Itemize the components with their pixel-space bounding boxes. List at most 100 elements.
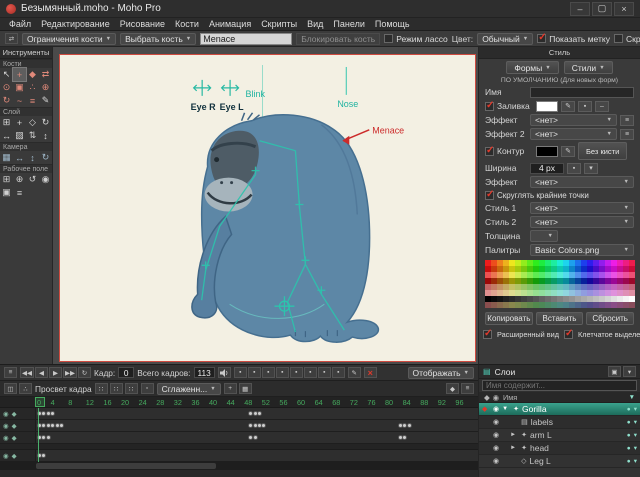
- layer-row[interactable]: ◉►✦arm L●▾: [479, 429, 640, 442]
- edit-keys-icon[interactable]: ✎: [348, 367, 361, 378]
- bone-constraints-tool-icon[interactable]: ≡: [26, 94, 39, 107]
- channel-toggle-icon[interactable]: ▪: [318, 367, 331, 378]
- track-body[interactable]: [36, 450, 478, 461]
- rotate-view-tool-icon[interactable]: ↺: [26, 173, 39, 186]
- track-row[interactable]: ◉◆: [0, 408, 478, 420]
- track-header-icon[interactable]: ◆: [12, 422, 17, 430]
- menu-item[interactable]: Рисование: [115, 19, 170, 29]
- menu-item[interactable]: Вид: [302, 19, 328, 29]
- stroke-checkbox[interactable]: ✓: [485, 147, 494, 156]
- timeline-icon[interactable]: ∴: [19, 383, 32, 394]
- track-row[interactable]: ◉◆: [0, 420, 478, 432]
- no-brush-button[interactable]: Без кисти: [578, 142, 627, 160]
- hidden-bone-checkbox-box[interactable]: ✓: [614, 34, 623, 43]
- keyframe-dot[interactable]: [261, 423, 266, 428]
- set-origin-tool-icon[interactable]: +: [13, 116, 26, 129]
- current-frame-line[interactable]: [38, 408, 39, 462]
- fill-option-button[interactable]: –: [595, 101, 609, 112]
- stroke-width-field[interactable]: 4 px: [530, 163, 564, 174]
- onion-dots-icon[interactable]: ∷: [95, 383, 108, 394]
- transform-bone-tool-icon[interactable]: +: [13, 68, 26, 81]
- play-icon[interactable]: ▶: [49, 367, 62, 378]
- track-header-icon[interactable]: ◉: [3, 410, 9, 418]
- track-header-icon[interactable]: ◉: [3, 422, 9, 430]
- step-back-icon[interactable]: ◀: [35, 367, 48, 378]
- track-header-icon[interactable]: ◆: [12, 410, 17, 418]
- minimize-button[interactable]: –: [570, 2, 590, 16]
- bind-layer-tool-icon[interactable]: ▣: [13, 81, 26, 94]
- menu-item[interactable]: Файл: [4, 19, 36, 29]
- menu-item[interactable]: Помощь: [370, 19, 415, 29]
- layer-search-input[interactable]: [482, 380, 637, 391]
- timeline-icon[interactable]: ▦: [239, 383, 252, 394]
- bone-constraints-dropdown[interactable]: Ограничения кости ▼: [22, 33, 116, 45]
- track-body[interactable]: [36, 420, 478, 431]
- track-row[interactable]: ◉◆: [0, 450, 478, 462]
- channel-toggle-icon[interactable]: ▪: [304, 367, 317, 378]
- hidden-bone-checkbox[interactable]: ✓ Скрытая кость: [614, 34, 640, 44]
- add-bone-tool-icon[interactable]: ◆: [26, 68, 39, 81]
- eye-icon[interactable]: ◉: [493, 418, 499, 426]
- timeline-menu-icon[interactable]: ≡: [4, 367, 17, 378]
- reset-view-tool-icon[interactable]: ◉: [39, 173, 52, 186]
- fit-view-tool-icon[interactable]: ▣: [0, 186, 13, 199]
- timeline-scrollbar[interactable]: [0, 462, 478, 470]
- delete-key-icon[interactable]: ×: [364, 367, 377, 378]
- effect1-dropdown[interactable]: <нет>▼: [530, 114, 617, 126]
- keyframe-dot[interactable]: [402, 435, 407, 440]
- scrollbar-thumb[interactable]: [36, 463, 216, 469]
- fill-color-swatch[interactable]: [536, 101, 558, 112]
- expand-icon[interactable]: ►: [510, 432, 518, 438]
- styles-button[interactable]: Стили▼: [564, 61, 613, 74]
- style1-dropdown[interactable]: <нет>▼: [530, 202, 634, 214]
- onion-dots-icon[interactable]: ∷: [110, 383, 123, 394]
- eye-l-control-icon[interactable]: [222, 80, 239, 96]
- keyframe-dot[interactable]: [50, 411, 55, 416]
- show-label-checkbox-box[interactable]: ✓: [537, 34, 546, 43]
- palette-file-dropdown[interactable]: Basic Colors.png▼: [530, 244, 634, 256]
- layer-control-icon[interactable]: ▾: [634, 418, 637, 426]
- layers-colhead-caret[interactable]: ▼: [629, 394, 635, 401]
- reparent-bone-tool-icon[interactable]: ⇄: [39, 68, 52, 81]
- paste-style-button[interactable]: Вставить: [536, 312, 584, 325]
- width-option-button[interactable]: ▾: [584, 163, 598, 174]
- bone-mode-icon[interactable]: ⇄: [5, 33, 18, 44]
- shear-layer-tool-icon[interactable]: ▨: [13, 129, 26, 142]
- channel-toggle-icon[interactable]: ▪: [290, 367, 303, 378]
- bone-shy-tool-icon[interactable]: ✎: [39, 94, 52, 107]
- keyframe-dot[interactable]: [46, 435, 51, 440]
- reset-style-button[interactable]: Сбросить: [586, 312, 634, 325]
- depth-shift-tool-icon[interactable]: ↕: [39, 129, 52, 142]
- fill-option-button[interactable]: ▪: [578, 101, 592, 112]
- transform-layer-tool-icon[interactable]: ⊞: [0, 116, 13, 129]
- layer-control-icon[interactable]: ▾: [634, 457, 637, 465]
- maximize-button[interactable]: ▢: [592, 2, 612, 16]
- display-dropdown[interactable]: Отображать ▼: [408, 367, 474, 379]
- bind-points-tool-icon[interactable]: ∴: [26, 81, 39, 94]
- timeline-icon[interactable]: +: [224, 383, 237, 394]
- expand-icon[interactable]: ►: [510, 445, 518, 451]
- channel-toggle-icon[interactable]: ▪: [276, 367, 289, 378]
- rotate-layer-tool-icon[interactable]: ↻: [39, 116, 52, 129]
- layer-control-icon[interactable]: ▾: [634, 405, 637, 413]
- pan-camera-tool-icon[interactable]: ↔: [13, 151, 26, 164]
- timeline-icon[interactable]: ◆: [446, 383, 459, 394]
- effect2-settings-button[interactable]: ≡: [620, 129, 634, 140]
- frame-ruler[interactable]: 0481216202428323640444852566064687276808…: [0, 397, 478, 408]
- lasso-checkbox-box[interactable]: ✓: [384, 34, 393, 43]
- channel-toggle-icon[interactable]: ▪: [262, 367, 275, 378]
- bone-name-input[interactable]: [200, 33, 292, 45]
- frame-value-field[interactable]: 0: [118, 367, 134, 378]
- layer-control-icon[interactable]: ●: [627, 406, 631, 413]
- view-settings-tool-icon[interactable]: ≡: [13, 186, 26, 199]
- eye-icon[interactable]: ◉: [493, 431, 499, 439]
- effect3-dropdown[interactable]: <нет>▼: [530, 176, 634, 188]
- offset-bone-tool-icon[interactable]: ⊕: [39, 81, 52, 94]
- fill-eyedropper-icon[interactable]: ✎: [561, 101, 575, 112]
- layer-row[interactable]: ◉►✦head●▾: [479, 442, 640, 455]
- go-to-start-icon[interactable]: ◀◀: [20, 367, 34, 378]
- keyframe-dot[interactable]: [41, 453, 46, 458]
- eye-icon[interactable]: ◉: [493, 405, 499, 413]
- show-label-checkbox[interactable]: ✓ Показать метку: [537, 34, 610, 44]
- track-header-icon[interactable]: ◆: [12, 452, 17, 460]
